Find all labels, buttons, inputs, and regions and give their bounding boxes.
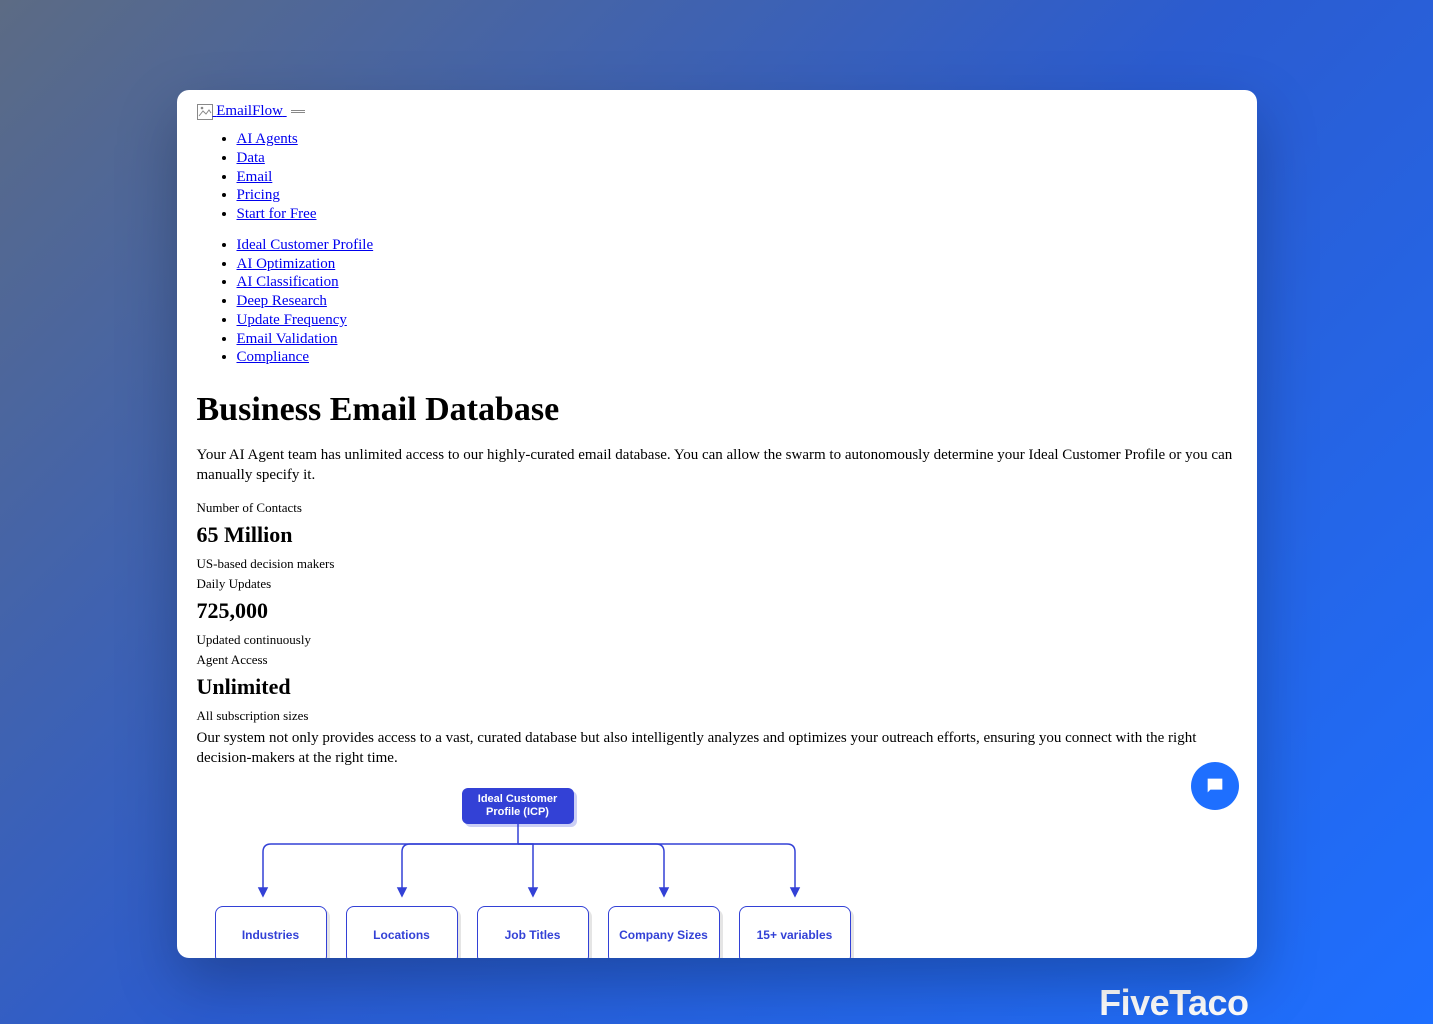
nav-link-ai-agents[interactable]: AI Agents (237, 131, 298, 147)
brand-footer: FiveTaco (177, 958, 1257, 1024)
chat-button[interactable] (1191, 762, 1239, 810)
nav-item-email: Email (237, 168, 1237, 187)
nav-item-data: Data (237, 149, 1237, 168)
app-card: EmailFlow AI Agents Data Email Pricing S… (177, 90, 1257, 958)
subnav-link-update-frequency[interactable]: Update Frequency (237, 312, 347, 328)
diagram-root: Ideal Customer Profile (ICP) (462, 788, 574, 824)
chat-icon (1204, 775, 1226, 797)
subnav-item-deep-research: Deep Research (237, 292, 1237, 311)
nav-toggle-icon[interactable] (291, 110, 305, 113)
secondary-nav: Ideal Customer Profile AI Optimization A… (237, 236, 1237, 367)
diagram-box-locations: Locations (346, 906, 458, 958)
diagram-box-industries: Industries (215, 906, 327, 958)
subnav-link-icp[interactable]: Ideal Customer Profile (237, 237, 374, 253)
subnav-item-ai-classification: AI Classification (237, 273, 1237, 292)
subnav-link-compliance[interactable]: Compliance (237, 349, 309, 365)
stat-contacts-value: 65 Million (197, 522, 1237, 548)
subnav-link-deep-research[interactable]: Deep Research (237, 293, 327, 309)
brand-name: FiveTaco (1099, 982, 1248, 1024)
stat-updates-sub: Updated continuously (197, 632, 1237, 648)
stat-access-sub: All subscription sizes (197, 708, 1237, 724)
subnav-item-icp: Ideal Customer Profile (237, 236, 1237, 255)
nav-link-email[interactable]: Email (237, 169, 273, 185)
nav-item-ai-agents: AI Agents (237, 130, 1237, 149)
primary-nav: AI Agents Data Email Pricing Start for F… (237, 130, 1237, 224)
nav-link-pricing[interactable]: Pricing (237, 187, 280, 203)
subnav-link-ai-classification[interactable]: AI Classification (237, 274, 339, 290)
stat-updates-value: 725,000 (197, 598, 1237, 624)
logo-alt-text: EmailFlow (216, 103, 283, 119)
intro-text: Your AI Agent team has unlimited access … (197, 445, 1237, 486)
icp-diagram: Ideal Customer Profile (ICP) Industries … (207, 782, 847, 958)
page-title: Business Email Database (197, 391, 1237, 429)
subnav-item-email-validation: Email Validation (237, 330, 1237, 349)
logo-link[interactable]: EmailFlow (197, 103, 287, 119)
nav-link-start-free[interactable]: Start for Free (237, 206, 317, 222)
stat-contacts: Number of Contacts 65 Million US-based d… (197, 500, 1237, 572)
stat-access-value: Unlimited (197, 674, 1237, 700)
subnav-item-compliance: Compliance (237, 348, 1237, 367)
nav-item-start-free: Start for Free (237, 205, 1237, 224)
diagram-box-company-sizes: Company Sizes (608, 906, 720, 958)
broken-image-icon (197, 103, 213, 120)
stat-updates: Daily Updates 725,000 Updated continuous… (197, 576, 1237, 648)
diagram-box-variables: 15+ variables (739, 906, 851, 958)
stat-access: Agent Access Unlimited All subscription … (197, 652, 1237, 724)
nav-item-pricing: Pricing (237, 186, 1237, 205)
stat-contacts-sub: US-based decision makers (197, 556, 1237, 572)
stat-access-label: Agent Access (197, 652, 1237, 668)
stat-contacts-label: Number of Contacts (197, 500, 1237, 516)
subnav-item-update-frequency: Update Frequency (237, 311, 1237, 330)
subnav-link-ai-optimization[interactable]: AI Optimization (237, 256, 336, 272)
subnav-link-email-validation[interactable]: Email Validation (237, 331, 338, 347)
stat-updates-label: Daily Updates (197, 576, 1237, 592)
diagram-box-job-titles: Job Titles (477, 906, 589, 958)
nav-link-data[interactable]: Data (237, 150, 265, 166)
outro-text: Our system not only provides access to a… (197, 728, 1237, 769)
subnav-item-ai-optimization: AI Optimization (237, 255, 1237, 274)
